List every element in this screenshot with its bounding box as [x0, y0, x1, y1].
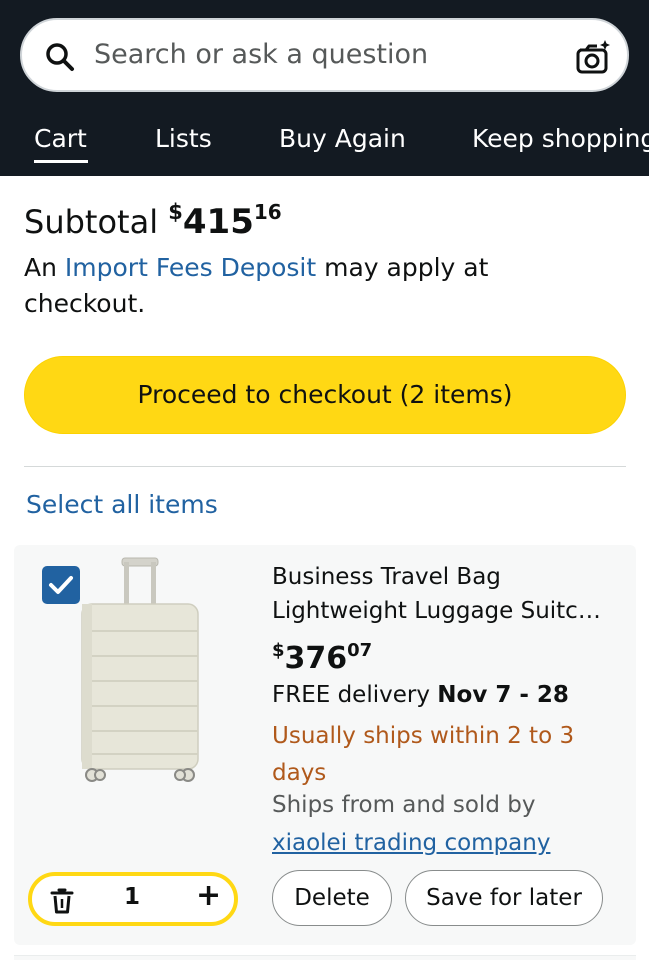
import-fees-note: An Import Fees Deposit may apply at chec… — [24, 250, 584, 322]
item-price-fraction: 07 — [347, 640, 373, 661]
item-title-line1[interactable]: Business Travel Bag — [272, 560, 622, 594]
delivery-info: FREE delivery Nov 7 - 28 — [272, 682, 569, 708]
seller-link[interactable]: xiaolei trading company — [272, 830, 550, 856]
tab-lists[interactable]: Lists — [155, 124, 212, 153]
quantity-value: 1 — [124, 884, 141, 910]
subtotal: Subtotal $41516 — [24, 200, 282, 242]
save-for-later-button[interactable]: Save for later — [405, 870, 603, 926]
nav-tabs: Cart Lists Buy Again Keep shopping — [0, 120, 649, 176]
subtotal-whole: 415 — [182, 202, 254, 242]
item-title[interactable]: Business Travel Bag Lightweight Luggage … — [272, 560, 622, 628]
delete-button[interactable]: Delete — [272, 870, 392, 926]
search-input[interactable]: Search or ask a question — [94, 39, 428, 70]
delivery-label: FREE delivery — [272, 682, 430, 708]
item-price: $37607 — [272, 640, 372, 676]
item-price-whole: 376 — [284, 641, 348, 676]
search-bar[interactable]: Search or ask a question — [20, 18, 629, 92]
tab-keep-shopping[interactable]: Keep shopping — [472, 124, 649, 153]
subtotal-label: Subtotal — [24, 203, 159, 241]
product-image[interactable] — [72, 556, 212, 786]
subtotal-currency: $ — [168, 200, 183, 224]
tab-buy-again[interactable]: Buy Again — [279, 124, 406, 153]
item-price-currency: $ — [272, 640, 285, 661]
item-title-line2[interactable]: Lightweight Luggage Suitc… — [272, 594, 622, 628]
delivery-dates: Nov 7 - 28 — [437, 682, 569, 708]
tab-cart[interactable]: Cart — [34, 124, 87, 153]
select-all-link[interactable]: Select all items — [26, 490, 218, 519]
subtotal-fraction: 16 — [253, 200, 282, 224]
next-cart-item-card — [14, 955, 636, 960]
quantity-stepper: 1 + — [28, 872, 238, 926]
top-bar: Search or ask a question Cart Lists Buy … — [0, 0, 649, 176]
search-icon[interactable] — [44, 41, 76, 73]
plus-icon[interactable]: + — [196, 878, 221, 913]
fees-prefix: An — [24, 253, 57, 282]
import-fees-link[interactable]: Import Fees Deposit — [65, 253, 316, 282]
item-checkbox[interactable] — [42, 566, 80, 604]
active-tab-indicator — [34, 160, 88, 163]
camera-icon[interactable] — [574, 38, 612, 76]
trash-icon[interactable] — [50, 888, 74, 914]
proceed-to-checkout-button[interactable]: Proceed to checkout (2 items) — [24, 356, 626, 434]
divider — [24, 466, 626, 467]
ships-within-note: Usually ships within 2 to 3 days — [272, 723, 575, 786]
ships-from-label: Ships from and sold by — [272, 792, 536, 818]
